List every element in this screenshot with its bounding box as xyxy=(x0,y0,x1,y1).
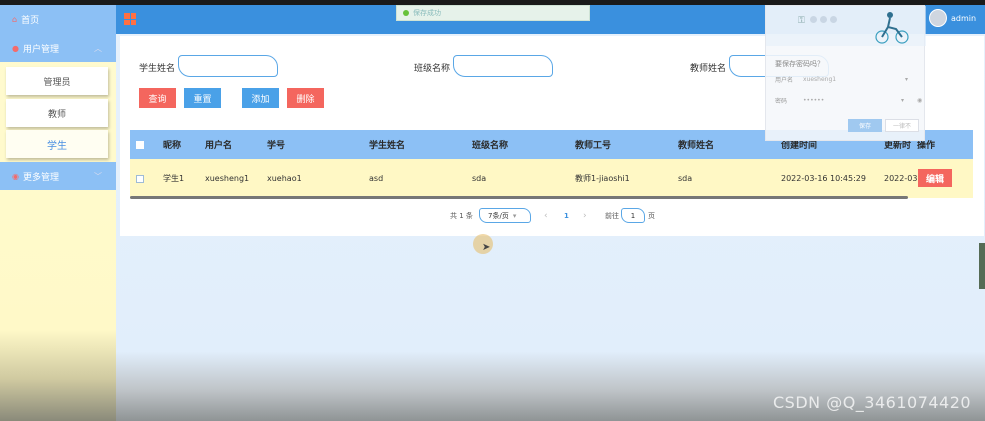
page-size-value: 7条/页 xyxy=(488,211,509,220)
goto-page-input[interactable]: 1 xyxy=(621,208,645,223)
eye-icon[interactable]: ◉ xyxy=(917,97,922,104)
sidebar-group-label: 用户管理 xyxy=(22,44,59,55)
sidebar-group-label: 更多管理 xyxy=(22,172,59,183)
delete-button[interactable]: 删除 xyxy=(287,88,324,108)
popup-save-button[interactable]: 保存 xyxy=(848,119,882,132)
success-toast: 保存成功 xyxy=(396,5,590,21)
sidebar-item-student[interactable]: 学生 xyxy=(6,130,108,158)
sidebar-group-user-mgmt[interactable]: ● 用户管理 ︿ xyxy=(0,34,116,62)
home-icon: ⌂ xyxy=(12,15,18,24)
cell-created-at: 2022-03-16 10:45:29 xyxy=(781,174,866,183)
popup-illustration: ⚿ xyxy=(766,6,926,46)
add-button[interactable]: 添加 xyxy=(242,88,279,108)
cell-class-name: sda xyxy=(472,174,487,183)
prev-page-button[interactable]: ‹ xyxy=(544,208,548,224)
more-icon: ◉ xyxy=(12,171,19,181)
sidebar-item-label: 管理员 xyxy=(43,77,71,88)
chevron-down-icon: ▾ xyxy=(512,211,517,220)
popup-password-row[interactable]: 密码 •••••• ▾ ◉ xyxy=(775,93,923,107)
cell-username: xuesheng1 xyxy=(205,174,250,183)
horizontal-scrollbar[interactable] xyxy=(130,196,908,199)
col-username[interactable]: 用户名 xyxy=(205,130,232,159)
popup-username-label: 用户名 xyxy=(775,76,794,84)
select-all-checkbox[interactable] xyxy=(136,130,144,159)
total-count: 共 1 条 xyxy=(450,212,473,220)
bike-rider-icon xyxy=(875,12,909,44)
chevron-down-icon: ▾ xyxy=(905,75,909,83)
col-teacher-name[interactable]: 教师姓名 xyxy=(678,130,714,159)
class-name-label: 班级名称 xyxy=(414,64,451,74)
student-name-input[interactable] xyxy=(178,55,278,77)
sidebar-item-label: 学生 xyxy=(47,140,67,152)
sidebar-item-label: 教师 xyxy=(47,109,66,120)
col-student-name[interactable]: 学生姓名 xyxy=(369,130,405,159)
col-class-name[interactable]: 班级名称 xyxy=(472,130,508,159)
popup-username-row[interactable]: 用户名 xuesheng1 ▾ xyxy=(775,72,923,86)
save-password-popup: ⚿ 要保存密码吗？ 用户名 xuesheng1 ▾ 密码 •••••• ▾ ◉ … xyxy=(765,5,926,141)
row-checkbox[interactable] xyxy=(136,159,144,198)
current-page[interactable]: 1 xyxy=(564,208,569,224)
watermark: CSDN @Q_3461074420 xyxy=(773,393,972,412)
popup-username-value: xuesheng1 xyxy=(803,75,837,83)
class-name-input[interactable] xyxy=(453,55,553,77)
password-dots xyxy=(810,16,837,23)
chevron-up-icon: ︿ xyxy=(94,43,102,53)
query-button[interactable]: 查询 xyxy=(139,88,176,108)
cell-teacher-id: 教师1-jiaoshi1 xyxy=(575,174,630,183)
user-icon: ● xyxy=(12,43,19,53)
popup-title: 要保存密码吗？ xyxy=(775,60,824,68)
cell-student-id: xuehao1 xyxy=(267,174,302,183)
mouse-cursor-icon: ➤ xyxy=(482,242,491,253)
col-student-id[interactable]: 学号 xyxy=(267,130,285,159)
cell-nickname: 学生1 xyxy=(163,174,185,183)
menu-grid-icon[interactable] xyxy=(124,13,136,25)
username-label[interactable]: admin xyxy=(951,14,976,23)
table-row[interactable]: 学生1 xuesheng1 xuehao1 asd sda 教师1-jiaosh… xyxy=(130,159,973,198)
page-size-select[interactable]: 7条/页 ▾ xyxy=(479,208,531,223)
chevron-down-icon: ▾ xyxy=(901,96,905,104)
chevron-down-icon: ﹀ xyxy=(94,171,102,181)
teacher-name-label: 教师姓名 xyxy=(690,64,727,74)
reset-button[interactable]: 重置 xyxy=(184,88,221,108)
goto-value: 1 xyxy=(630,211,636,220)
col-teacher-id[interactable]: 教师工号 xyxy=(575,130,611,159)
student-name-label: 学生姓名 xyxy=(139,64,176,74)
cell-teacher-name: sda xyxy=(678,174,693,183)
popup-never-button[interactable]: 一律不 xyxy=(885,119,919,132)
side-drag-handle[interactable] xyxy=(979,243,985,289)
popup-password-value: •••••• xyxy=(803,96,825,104)
sidebar-item-home[interactable]: ⌂ 首页 xyxy=(0,5,116,34)
cell-student-name: asd xyxy=(369,174,384,183)
goto-suffix: 页 xyxy=(648,212,655,220)
goto-prefix: 前往 xyxy=(605,212,619,220)
cell-updated-at: 2022-03 xyxy=(884,174,918,183)
sidebar-group-more-mgmt[interactable]: ◉ 更多管理 ﹀ xyxy=(0,162,116,190)
check-icon xyxy=(403,10,409,16)
sidebar-item-teacher[interactable]: 教师 xyxy=(6,99,108,127)
col-nickname[interactable]: 昵称 xyxy=(163,130,181,159)
edit-button[interactable]: 编辑 xyxy=(918,169,952,187)
sidebar-item-label: 首页 xyxy=(21,16,40,26)
toast-text: 保存成功 xyxy=(413,9,441,17)
next-page-button[interactable]: › xyxy=(583,208,587,224)
avatar[interactable] xyxy=(929,9,947,27)
key-icon: ⚿ xyxy=(798,16,805,26)
sidebar-item-admin[interactable]: 管理员 xyxy=(6,67,108,95)
popup-password-label: 密码 xyxy=(775,97,788,105)
